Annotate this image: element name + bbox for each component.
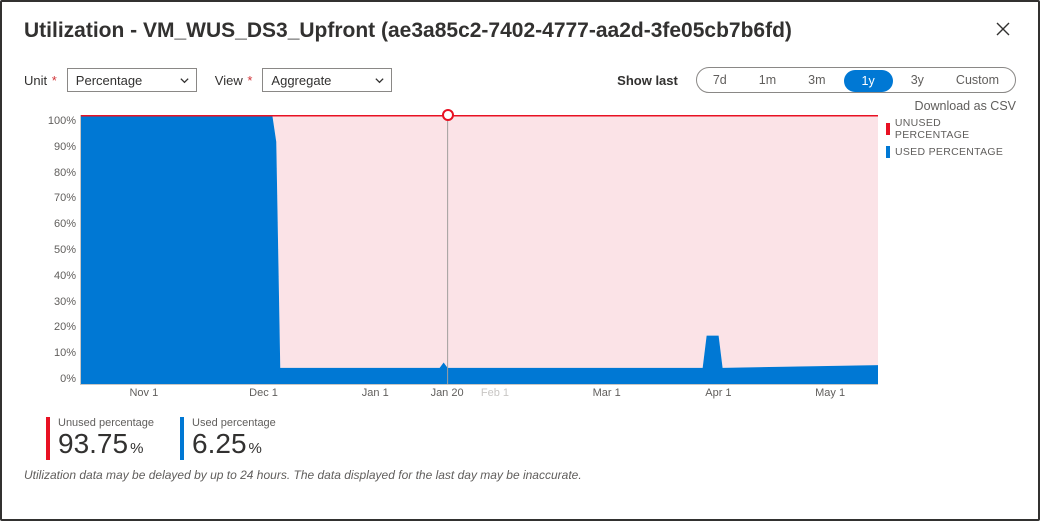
plot-area[interactable] [80,115,878,385]
time-range-pillbar: 7d 1m 3m 1y 3y Custom [696,67,1016,93]
download-csv-link[interactable]: Download as CSV [915,99,1016,113]
stat-unused: Unused percentage 93.75% [46,417,154,460]
stat-used: Used percentage 6.25% [180,417,276,460]
view-dropdown[interactable]: Aggregate [262,68,392,92]
range-3y[interactable]: 3y [895,68,940,92]
footnote: Utilization data may be delayed by up to… [24,468,1016,482]
unit-value: Percentage [76,73,143,88]
controls-row: Unit * Percentage View * Aggregate Show … [24,67,1016,93]
swatch-used-icon [886,146,890,158]
chart-row: 100%90%80%70%60%50%40%30%20%10%0% Nov 1D… [24,115,1016,405]
y-axis: 100%90%80%70%60%50%40%30%20%10%0% [24,115,76,385]
legend-used: USED PERCENTAGE [886,146,1016,158]
utilization-panel: Utilization - VM_WUS_DS3_Upfront (ae3a85… [0,0,1040,521]
stat-unused-value: 93.75% [58,429,154,460]
view-value: Aggregate [271,73,331,88]
swatch-unused-icon [886,123,890,135]
download-row: Download as CSV [24,99,1016,113]
show-last-label: Show last [617,73,678,88]
chevron-down-icon [179,75,190,86]
range-3m[interactable]: 3m [792,68,841,92]
legend: UNUSED PERCENTAGE USED PERCENTAGE [886,115,1016,163]
unit-dropdown[interactable]: Percentage [67,68,197,92]
chevron-down-icon [374,75,385,86]
view-label: View * [215,73,253,88]
chart-area: 100%90%80%70%60%50%40%30%20%10%0% Nov 1D… [24,115,878,405]
stats-row: Unused percentage 93.75% Used percentage… [46,417,1016,460]
range-7d[interactable]: 7d [697,68,743,92]
stat-used-value: 6.25% [192,429,276,460]
range-custom[interactable]: Custom [940,68,1015,92]
legend-unused: UNUSED PERCENTAGE [886,117,1016,141]
unit-label: Unit * [24,73,57,88]
page-title: Utilization - VM_WUS_DS3_Upfront (ae3a85… [24,19,792,43]
range-1m[interactable]: 1m [743,68,792,92]
x-axis: Nov 1Dec 1Jan 1Jan 20Feb 1Mar 1Apr 1May … [80,387,878,405]
header: Utilization - VM_WUS_DS3_Upfront (ae3a85… [24,16,1016,45]
close-icon[interactable] [990,16,1016,45]
range-1y[interactable]: 1y [844,70,893,92]
